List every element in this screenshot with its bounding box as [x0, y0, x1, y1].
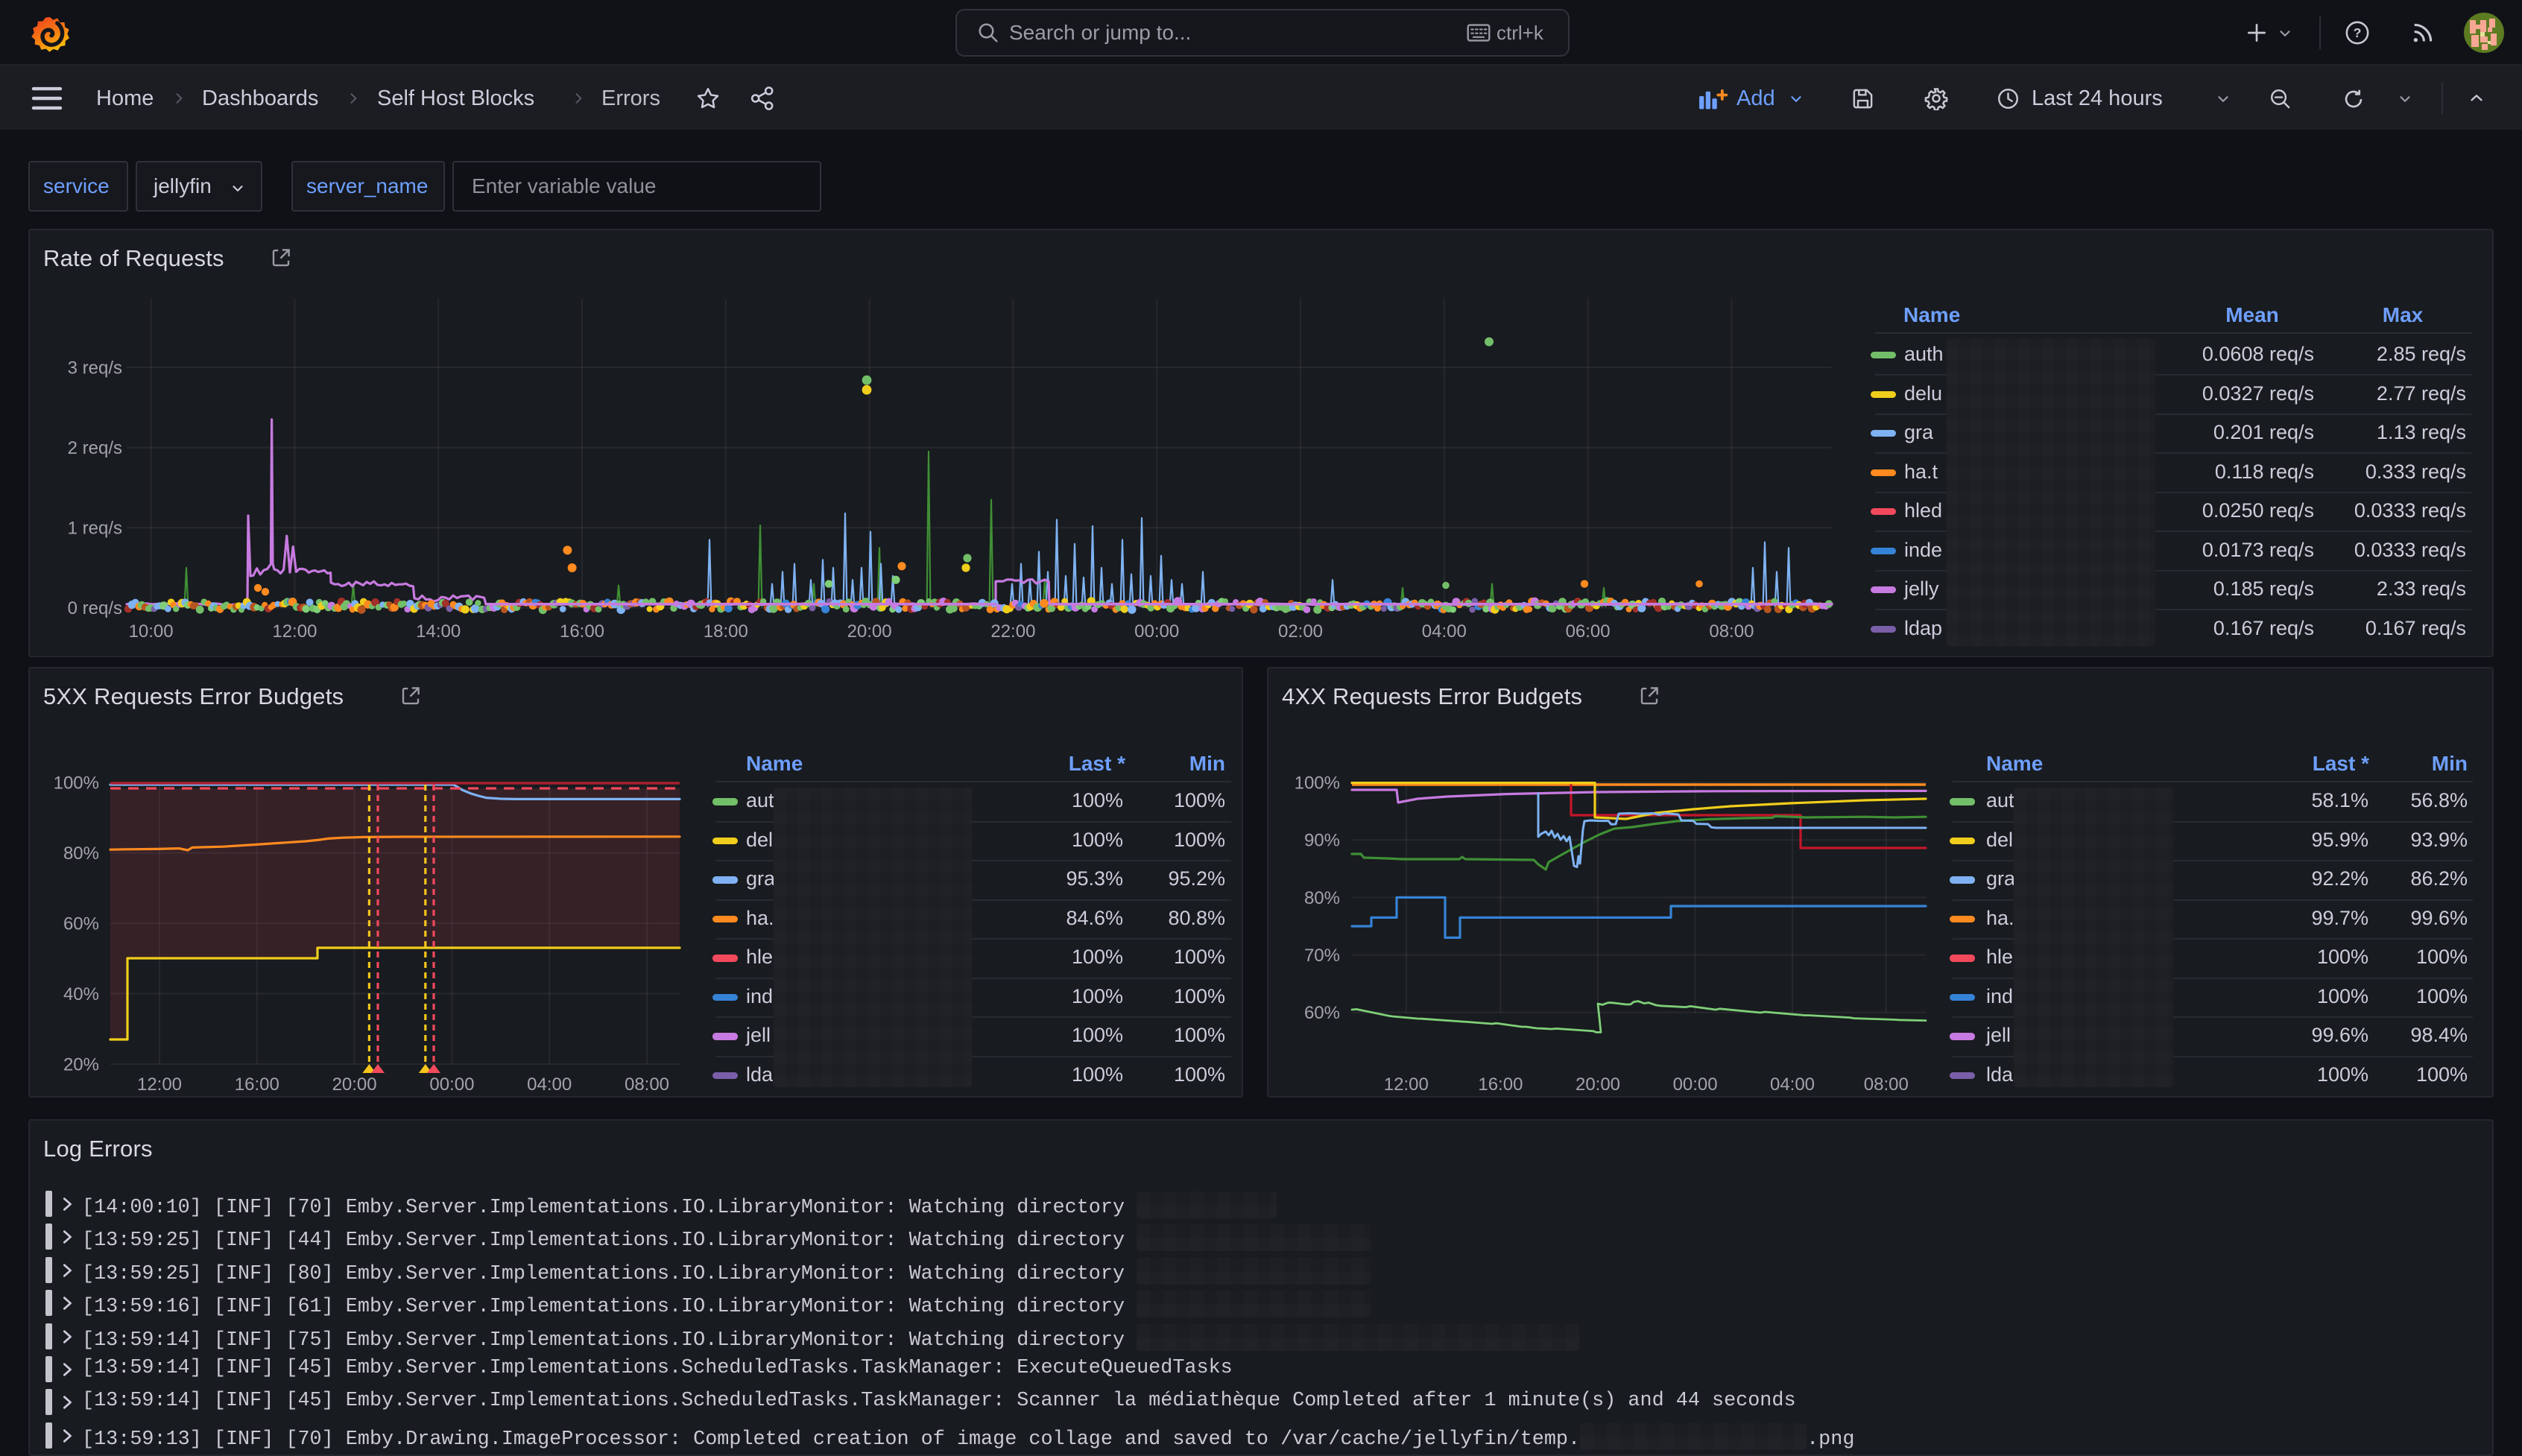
svg-text:3 req/s: 3 req/s	[68, 358, 122, 378]
svg-text:22:00: 22:00	[990, 621, 1035, 642]
svg-text:20%: 20%	[63, 1054, 99, 1074]
svg-text:20:00: 20:00	[332, 1074, 377, 1095]
svg-text:00:00: 00:00	[429, 1074, 474, 1095]
svg-text:60%: 60%	[63, 914, 99, 934]
svg-text:40%: 40%	[63, 984, 99, 1004]
svg-text:04:00: 04:00	[1770, 1074, 1815, 1095]
svg-text:60%: 60%	[1304, 1003, 1340, 1023]
svg-text:12:00: 12:00	[1384, 1074, 1429, 1095]
svg-text:100%: 100%	[1295, 773, 1340, 793]
svg-text:2 req/s: 2 req/s	[68, 438, 122, 458]
svg-text:80%: 80%	[63, 843, 99, 864]
svg-text:06:00: 06:00	[1566, 621, 1611, 642]
svg-text:08:00: 08:00	[1709, 621, 1754, 642]
svg-text:?: ?	[2354, 25, 2362, 40]
svg-text:0 req/s: 0 req/s	[68, 598, 122, 618]
svg-text:1 req/s: 1 req/s	[68, 519, 122, 539]
svg-text:10:00: 10:00	[129, 621, 174, 642]
svg-text:04:00: 04:00	[527, 1074, 572, 1095]
svg-text:70%: 70%	[1304, 946, 1340, 966]
svg-text:12:00: 12:00	[137, 1074, 182, 1095]
svg-text:16:00: 16:00	[560, 621, 604, 642]
svg-text:100%: 100%	[54, 773, 99, 793]
svg-text:20:00: 20:00	[1576, 1074, 1620, 1095]
svg-text:16:00: 16:00	[1478, 1074, 1523, 1095]
svg-text:04:00: 04:00	[1422, 621, 1467, 642]
svg-text:08:00: 08:00	[1864, 1074, 1909, 1095]
svg-text:00:00: 00:00	[1134, 621, 1179, 642]
svg-text:00:00: 00:00	[1673, 1074, 1718, 1095]
svg-text:02:00: 02:00	[1278, 621, 1323, 642]
svg-text:80%: 80%	[1304, 888, 1340, 908]
svg-text:16:00: 16:00	[235, 1074, 279, 1095]
svg-text:14:00: 14:00	[416, 621, 461, 642]
svg-text:08:00: 08:00	[625, 1074, 669, 1095]
svg-text:12:00: 12:00	[272, 621, 317, 642]
svg-text:20:00: 20:00	[847, 621, 892, 642]
svg-text:18:00: 18:00	[704, 621, 748, 642]
svg-text:90%: 90%	[1304, 831, 1340, 851]
